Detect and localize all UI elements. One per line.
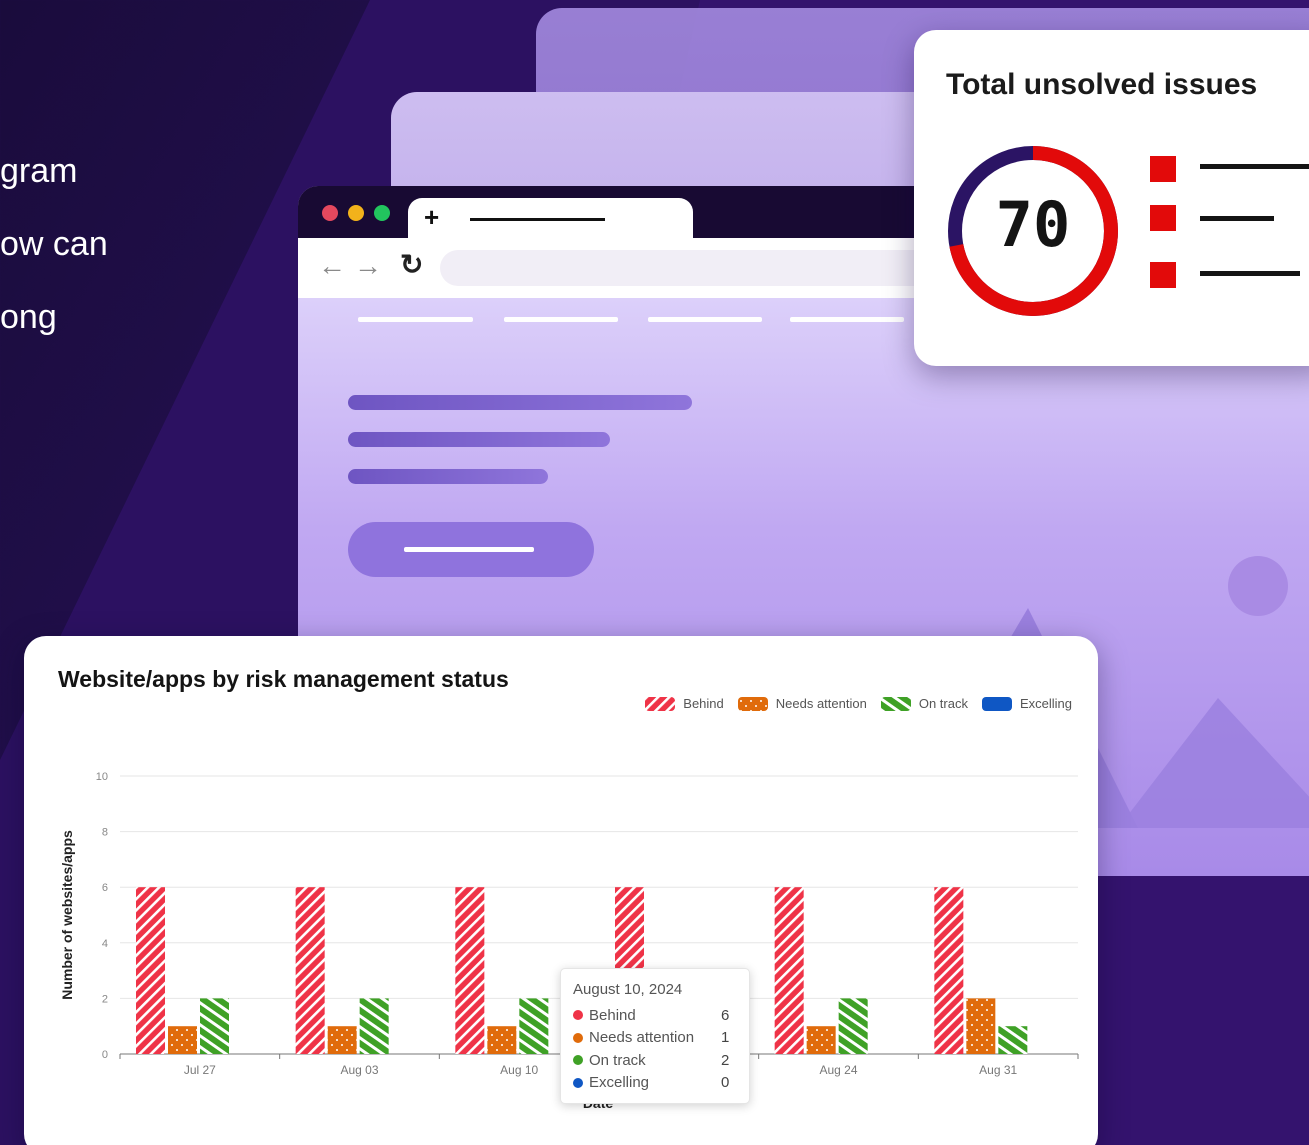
- tooltip-series-name: On track: [589, 1051, 646, 1069]
- excelling-dot-icon: [573, 1077, 583, 1088]
- issue-marker-icon: [1150, 156, 1176, 182]
- intro-text: gram ow can ong: [0, 135, 108, 354]
- bar-behind: [136, 887, 165, 1054]
- bar-on-track: [838, 998, 868, 1054]
- x-tick-label: Aug 10: [500, 1063, 538, 1077]
- intro-line: ong: [0, 298, 57, 336]
- tooltip-row: On track 2: [573, 1049, 737, 1072]
- behind-dot-icon: [573, 1010, 583, 1021]
- tab-title-placeholder: [470, 218, 605, 221]
- bar-behind: [774, 887, 804, 1054]
- bar-needs-attention: [806, 1026, 836, 1054]
- close-dot-icon[interactable]: [322, 205, 338, 221]
- bar-on-track: [200, 998, 229, 1054]
- tooltip-series-value: 2: [721, 1051, 730, 1069]
- bar-on-track: [998, 1026, 1028, 1054]
- issue-line-placeholder: [1200, 164, 1309, 169]
- issue-line-placeholder: [1200, 271, 1300, 276]
- bar-behind: [455, 887, 485, 1054]
- y-tick-label: 6: [102, 882, 108, 894]
- y-tick-label: 10: [96, 771, 108, 783]
- maximize-dot-icon[interactable]: [374, 205, 390, 221]
- heading-placeholder: [348, 395, 692, 410]
- x-tick-label: Jul 27: [184, 1063, 216, 1077]
- bar-needs-attention: [327, 1026, 357, 1054]
- x-tick-label: Aug 24: [819, 1063, 857, 1077]
- issues-title: Total unsolved issues: [946, 68, 1258, 101]
- x-tick-label: Aug 31: [979, 1063, 1017, 1077]
- nav-link-placeholder[interactable]: [648, 317, 762, 322]
- text-placeholder: [348, 469, 548, 484]
- y-tick-label: 0: [102, 1049, 108, 1061]
- intro-line: gram: [0, 152, 78, 190]
- bar-on-track: [519, 998, 549, 1054]
- needs-attention-dot-icon: [573, 1032, 583, 1043]
- tooltip-series-value: 6: [721, 1006, 730, 1024]
- nav-link-placeholder[interactable]: [358, 317, 473, 322]
- back-arrow-icon[interactable]: ←: [318, 250, 346, 282]
- cta-button[interactable]: [348, 522, 594, 577]
- chart-tooltip: August 10, 2024 Behind 6 Needs attention…: [560, 968, 750, 1104]
- bar-needs-attention: [966, 998, 996, 1054]
- y-tick-label: 2: [102, 993, 108, 1005]
- tooltip-row: Excelling 0: [573, 1072, 737, 1095]
- issue-line-placeholder: [1200, 216, 1274, 221]
- intro-line: ow can: [0, 225, 108, 263]
- forward-arrow-icon[interactable]: →: [354, 250, 382, 282]
- bar-needs-attention: [487, 1026, 517, 1054]
- bar-on-track: [359, 998, 389, 1054]
- x-tick-label: Aug 03: [340, 1063, 378, 1077]
- cta-label-placeholder: [404, 547, 534, 552]
- tooltip-row: Needs attention 1: [573, 1027, 737, 1050]
- tooltip-row: Behind 6: [573, 1004, 737, 1027]
- tooltip-series-value: 0: [721, 1074, 730, 1092]
- bar-needs-attention: [168, 1026, 197, 1054]
- bar-behind: [934, 887, 964, 1054]
- issue-marker-icon: [1150, 205, 1176, 231]
- tooltip-series-name: Behind: [589, 1006, 636, 1024]
- bar-behind: [295, 887, 325, 1054]
- tooltip-series-value: 1: [721, 1029, 730, 1047]
- on-track-dot-icon: [573, 1055, 583, 1066]
- reload-icon[interactable]: ↻: [400, 248, 423, 281]
- y-axis-label: Number of websites/apps: [59, 830, 75, 1000]
- tooltip-date: August 10, 2024: [573, 981, 683, 998]
- nav-link-placeholder[interactable]: [790, 317, 904, 322]
- issues-count: 70: [995, 188, 1071, 261]
- minimize-dot-icon[interactable]: [348, 205, 364, 221]
- nav-link-placeholder[interactable]: [504, 317, 618, 322]
- text-placeholder: [348, 432, 610, 447]
- new-tab-icon[interactable]: +: [424, 202, 439, 233]
- risk-chart-card: Website/apps by risk management status B…: [24, 636, 1098, 1145]
- issues-card: Total unsolved issues 70: [914, 30, 1309, 366]
- browser-tab[interactable]: +: [408, 198, 693, 242]
- y-tick-label: 8: [102, 827, 108, 839]
- y-tick-label: 4: [102, 938, 108, 950]
- issue-marker-icon: [1150, 262, 1176, 288]
- tooltip-series-name: Needs attention: [589, 1029, 695, 1047]
- tooltip-series-name: Excelling: [589, 1074, 650, 1092]
